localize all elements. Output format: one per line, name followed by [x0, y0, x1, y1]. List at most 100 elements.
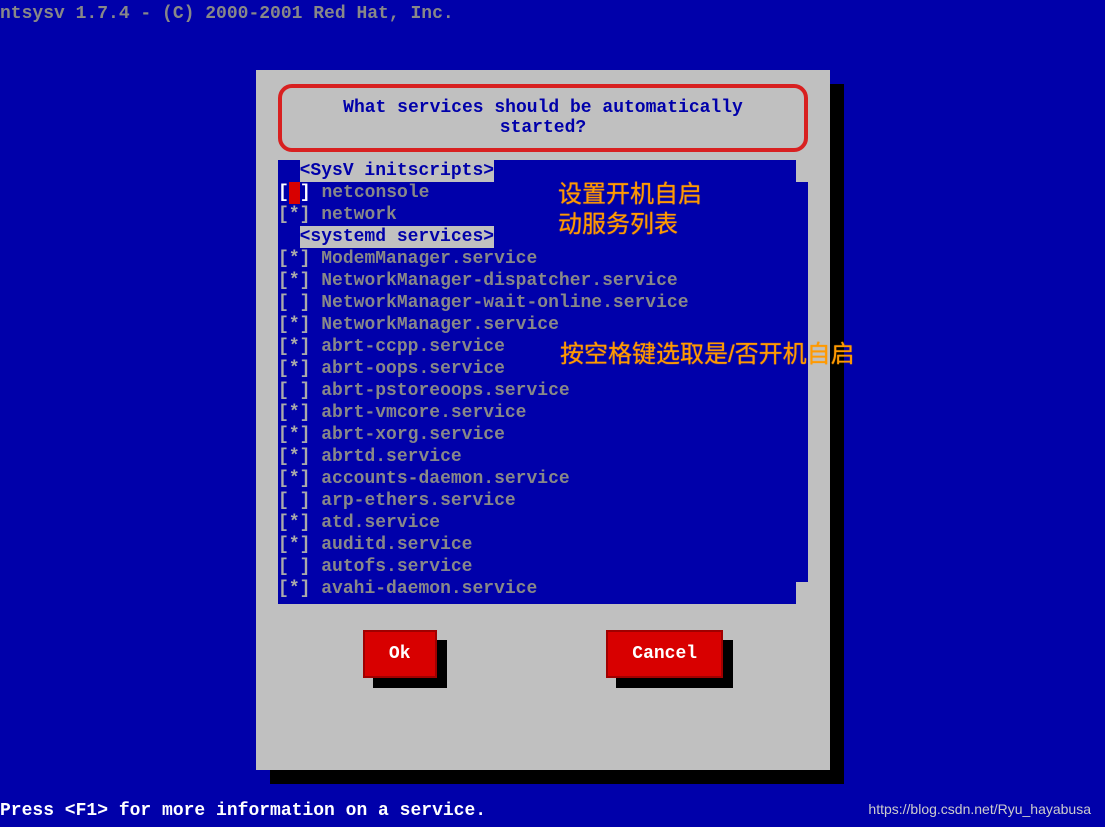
checkbox-right-bracket: ] — [300, 336, 311, 358]
checkbox-right-bracket: ] — [300, 578, 311, 600]
checkbox-left-bracket: [ — [278, 314, 289, 336]
services-dialog: What services should be automatically st… — [256, 70, 830, 770]
service-row[interactable]: [*] NetworkManager-dispatcher.service — [278, 270, 798, 292]
service-row[interactable]: [ ] arp-ethers.service — [278, 490, 798, 512]
checkbox-right-bracket: ] — [300, 556, 311, 578]
checkbox-left-bracket: [ — [278, 248, 289, 270]
checkbox-left-bracket: [ — [278, 336, 289, 358]
service-name: atd.service — [321, 512, 440, 534]
checkbox-mark[interactable] — [289, 380, 300, 402]
service-row[interactable]: [*] atd.service — [278, 512, 798, 534]
ok-button[interactable]: Ok — [363, 630, 437, 678]
checkbox-mark[interactable]: * — [289, 336, 300, 358]
checkbox-left-bracket: [ — [278, 402, 289, 424]
service-name: abrtd.service — [321, 446, 461, 468]
checkbox-mark[interactable]: * — [289, 578, 300, 600]
checkbox-left-bracket: [ — [278, 424, 289, 446]
service-name: avahi-daemon.service — [321, 578, 537, 600]
checkbox-right-bracket: ] — [300, 182, 311, 204]
checkbox-right-bracket: ] — [300, 468, 311, 490]
service-name: network — [321, 204, 397, 226]
scrollbar-top-icon[interactable] — [796, 160, 808, 182]
checkbox-cursor[interactable] — [289, 182, 300, 204]
service-name: abrt-pstoreoops.service — [321, 380, 569, 402]
group-label: <SysV initscripts> — [300, 160, 494, 182]
checkbox-left-bracket: [ — [278, 380, 289, 402]
service-row[interactable]: [ ] autofs.service — [278, 556, 798, 578]
service-row[interactable]: [*] accounts-daemon.service — [278, 468, 798, 490]
service-group-header: <systemd services> — [278, 226, 798, 248]
service-row[interactable]: [*] abrtd.service — [278, 446, 798, 468]
checkbox-left-bracket: [ — [278, 490, 289, 512]
service-row[interactable]: [*] network — [278, 204, 798, 226]
checkbox-mark[interactable]: * — [289, 248, 300, 270]
checkbox-mark[interactable]: * — [289, 358, 300, 380]
checkbox-mark[interactable]: * — [289, 512, 300, 534]
checkbox-right-bracket: ] — [300, 292, 311, 314]
service-row[interactable]: [ ] NetworkManager-wait-online.service — [278, 292, 798, 314]
checkbox-left-bracket: [ — [278, 556, 289, 578]
service-name: netconsole — [321, 182, 429, 204]
service-row[interactable]: [*] ModemManager.service — [278, 248, 798, 270]
checkbox-right-bracket: ] — [300, 380, 311, 402]
checkbox-left-bracket: [ — [278, 512, 289, 534]
checkbox-right-bracket: ] — [300, 534, 311, 556]
checkbox-left-bracket: [ — [278, 468, 289, 490]
service-name: arp-ethers.service — [321, 490, 515, 512]
service-name: auditd.service — [321, 534, 472, 556]
checkbox-left-bracket: [ — [278, 292, 289, 314]
annotation-autostart: 设置开机自启 动服务列表 — [558, 180, 702, 240]
service-name: autofs.service — [321, 556, 472, 578]
checkbox-mark[interactable]: * — [289, 402, 300, 424]
help-footer: Press <F1> for more information on a ser… — [0, 801, 486, 821]
checkbox-mark[interactable] — [289, 292, 300, 314]
service-row[interactable]: [*] NetworkManager.service — [278, 314, 798, 336]
checkbox-left-bracket: [ — [278, 182, 289, 204]
service-group-header: <SysV initscripts> — [278, 160, 798, 182]
checkbox-mark[interactable]: * — [289, 424, 300, 446]
checkbox-right-bracket: ] — [300, 204, 311, 226]
services-listbox[interactable]: <SysV initscripts>[] netconsole[*] netwo… — [278, 160, 808, 604]
service-name: accounts-daemon.service — [321, 468, 569, 490]
checkbox-right-bracket: ] — [300, 424, 311, 446]
ok-label: Ok — [389, 644, 411, 664]
checkbox-left-bracket: [ — [278, 270, 289, 292]
checkbox-right-bracket: ] — [300, 358, 311, 380]
cancel-button[interactable]: Cancel — [606, 630, 723, 678]
service-row[interactable]: [*] abrt-vmcore.service — [278, 402, 798, 424]
annotation-line2: 动服务列表 — [558, 210, 702, 240]
checkbox-mark[interactable] — [289, 490, 300, 512]
checkbox-right-bracket: ] — [300, 512, 311, 534]
service-name: abrt-xorg.service — [321, 424, 505, 446]
checkbox-right-bracket: ] — [300, 314, 311, 336]
service-row[interactable]: [*] auditd.service — [278, 534, 798, 556]
group-label: <systemd services> — [300, 226, 494, 248]
checkbox-right-bracket: ] — [300, 402, 311, 424]
service-name: ModemManager.service — [321, 248, 537, 270]
checkbox-mark[interactable]: * — [289, 204, 300, 226]
service-row[interactable]: [*] avahi-daemon.service — [278, 578, 798, 600]
checkbox-right-bracket: ] — [300, 248, 311, 270]
checkbox-left-bracket: [ — [278, 358, 289, 380]
checkbox-right-bracket: ] — [300, 270, 311, 292]
service-row[interactable]: [*] abrt-xorg.service — [278, 424, 798, 446]
checkbox-mark[interactable]: * — [289, 468, 300, 490]
checkbox-left-bracket: [ — [278, 204, 289, 226]
checkbox-left-bracket: [ — [278, 578, 289, 600]
dialog-prompt: What services should be automatically st… — [278, 84, 808, 152]
checkbox-right-bracket: ] — [300, 490, 311, 512]
annotation-spacebar: 按空格键选取是/否开机自启 — [560, 340, 980, 370]
service-name: NetworkManager.service — [321, 314, 559, 336]
checkbox-mark[interactable]: * — [289, 534, 300, 556]
service-name: abrt-ccpp.service — [321, 336, 505, 358]
scrollbar-bottom-icon[interactable] — [796, 582, 808, 604]
checkbox-mark[interactable]: * — [289, 314, 300, 336]
checkbox-mark[interactable]: * — [289, 270, 300, 292]
cancel-label: Cancel — [632, 644, 697, 664]
service-row[interactable]: [ ] abrt-pstoreoops.service — [278, 380, 798, 402]
checkbox-mark[interactable] — [289, 556, 300, 578]
watermark: https://blog.csdn.net/Ryu_hayabusa — [868, 801, 1091, 817]
checkbox-mark[interactable]: * — [289, 446, 300, 468]
service-name: abrt-oops.service — [321, 358, 505, 380]
service-row[interactable]: [] netconsole — [278, 182, 798, 204]
